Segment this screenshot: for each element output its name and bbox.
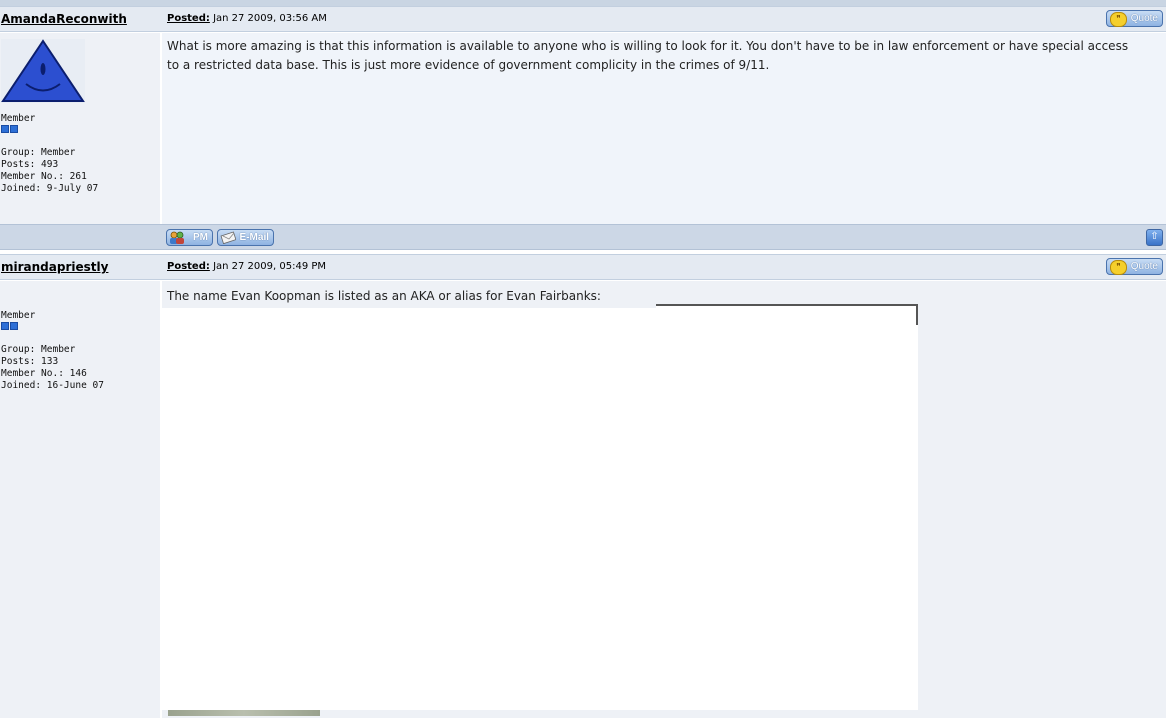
quote-label: Quote: [1130, 261, 1158, 272]
quote-button[interactable]: ❞ Quote: [1106, 258, 1163, 275]
rank-pip: [10, 322, 18, 330]
embedded-image-edge: [656, 304, 918, 325]
back-to-top-icon: ⇧: [1150, 231, 1159, 242]
member-rank: Member: [1, 113, 36, 124]
member-joined: Joined: 9-July 07: [1, 183, 99, 194]
triangle-smiley-avatar-icon: [1, 39, 85, 102]
pm-button[interactable]: PM: [166, 229, 213, 246]
posted-link[interactable]: Posted:: [167, 261, 210, 272]
post-date: Jan 27 2009, 03:56 AM: [213, 13, 327, 24]
rank-pips: [1, 322, 104, 330]
member-posts: Posts: 133: [1, 356, 59, 367]
post-date: Jan 27 2009, 05:49 PM: [213, 261, 327, 272]
author-name-link[interactable]: mirandapriestly: [1, 260, 108, 274]
member-joined: Joined: 16-June 07: [1, 380, 104, 391]
email-label: E-Mail: [239, 232, 269, 243]
author-info: Member Group: Member Posts: 133 Member N…: [1, 310, 104, 392]
author-sidebar: Member Group: Member Posts: 133 Member N…: [0, 281, 160, 718]
image-caption-strip: [168, 710, 320, 716]
post-footer: PM E-Mail ⇧: [0, 224, 1166, 250]
quote-icon: ❞: [1110, 260, 1127, 275]
posted-link[interactable]: Posted:: [167, 13, 210, 24]
rank-pip: [10, 125, 18, 133]
back-to-top-button[interactable]: ⇧: [1146, 229, 1163, 246]
email-button[interactable]: E-Mail: [217, 229, 274, 246]
avatar[interactable]: [1, 39, 85, 103]
pm-icon: [170, 231, 184, 244]
post-header: mirandapriestly Posted: Jan 27 2009, 05:…: [0, 254, 1166, 280]
post-header: AmandaReconwith Posted: Jan 27 2009, 03:…: [0, 6, 1166, 32]
quote-icon: ❞: [1110, 12, 1127, 27]
post-text: What is more amazing is that this inform…: [167, 39, 1129, 72]
member-number: Member No.: 261: [1, 171, 87, 182]
member-group: Group: Member: [1, 344, 76, 355]
author-name-link[interactable]: AmandaReconwith: [1, 12, 127, 26]
author-info: Member Group: Member Posts: 493 Member N…: [1, 113, 98, 195]
embedded-image: [162, 308, 918, 710]
member-group: Group: Member: [1, 147, 76, 158]
quote-button[interactable]: ❞ Quote: [1106, 10, 1163, 27]
post-body: What is more amazing is that this inform…: [162, 33, 1166, 224]
quote-label: Quote: [1130, 13, 1158, 24]
pm-label: PM: [193, 232, 208, 243]
post-1: AmandaReconwith Posted: Jan 27 2009, 03:…: [0, 6, 1166, 250]
rank-pip: [1, 322, 9, 330]
author-sidebar: Member Group: Member Posts: 493 Member N…: [0, 33, 160, 224]
post-text: The name Evan Koopman is listed as an AK…: [167, 289, 601, 303]
member-number: Member No.: 146: [1, 368, 87, 379]
email-icon: [220, 231, 236, 244]
post-body: The name Evan Koopman is listed as an AK…: [162, 281, 1166, 718]
member-rank: Member: [1, 310, 36, 321]
member-posts: Posts: 493: [1, 159, 59, 170]
post-meta: Posted: Jan 27 2009, 03:56 AM: [167, 13, 327, 24]
post-meta: Posted: Jan 27 2009, 05:49 PM: [167, 261, 326, 272]
rank-pips: [1, 125, 98, 133]
post-2: mirandapriestly Posted: Jan 27 2009, 05:…: [0, 254, 1166, 718]
rank-pip: [1, 125, 9, 133]
